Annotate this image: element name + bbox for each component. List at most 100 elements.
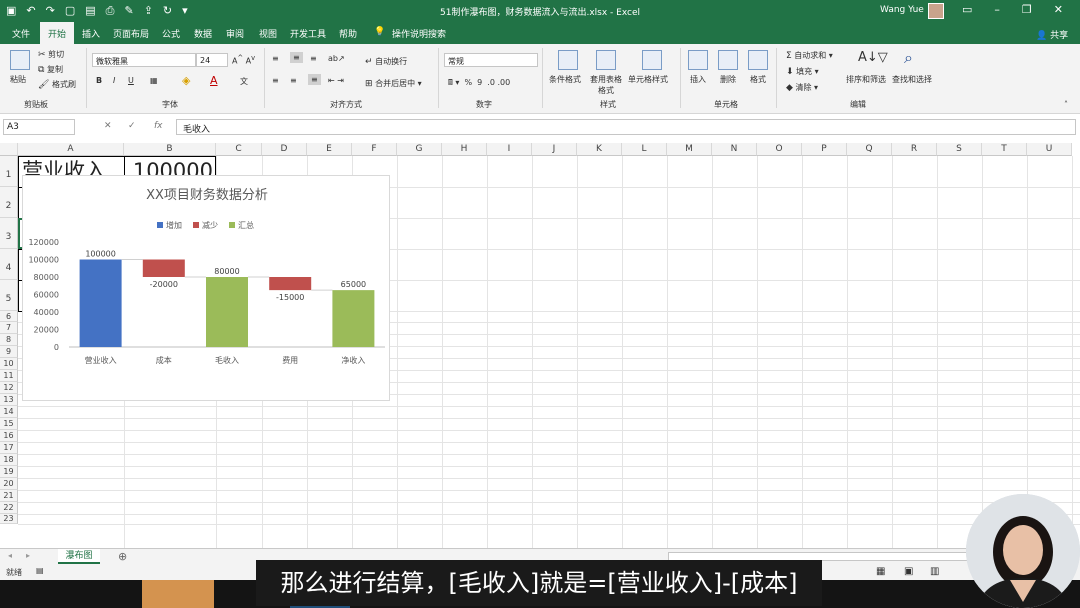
column-header-p[interactable]: P bbox=[802, 143, 847, 156]
column-header-a[interactable]: A bbox=[18, 143, 124, 156]
insert-cells-icon[interactable] bbox=[688, 50, 708, 70]
tab-review[interactable]: 审阅 bbox=[226, 27, 244, 40]
paste-icon[interactable] bbox=[10, 50, 30, 70]
row-header-8[interactable]: 8 bbox=[0, 334, 18, 346]
cell-styles-button[interactable]: 单元格样式 bbox=[628, 74, 668, 85]
row-header-6[interactable]: 6 bbox=[0, 311, 18, 322]
tab-file[interactable]: 文件 bbox=[12, 27, 30, 40]
share-button[interactable]: 👤 共享 bbox=[1036, 28, 1068, 41]
fill-button[interactable]: ⬇ 填充 ▾ bbox=[786, 66, 819, 77]
indent-icon[interactable]: ⇤ ⇥ bbox=[328, 76, 344, 85]
conditional-format-button[interactable]: 条件格式 bbox=[549, 74, 581, 85]
row-header-1[interactable]: 1 bbox=[0, 156, 18, 187]
cut-button[interactable]: ✂ 剪切 bbox=[38, 49, 64, 60]
name-box[interactable]: A3 bbox=[3, 119, 75, 135]
column-header-r[interactable]: R bbox=[892, 143, 937, 156]
waterfall-chart[interactable]: XX项目财务数据分析 增加 减少 汇总 0 20000 40000 60000 80000 100… bbox=[22, 175, 390, 401]
delete-cells-icon[interactable] bbox=[718, 50, 738, 70]
row-header-13[interactable]: 13 bbox=[0, 394, 18, 406]
normal-view-icon[interactable]: ▦ bbox=[876, 566, 885, 577]
cancel-icon[interactable]: ✕ bbox=[104, 121, 112, 131]
tab-page-layout[interactable]: 页面布局 bbox=[113, 27, 149, 40]
sort-filter-button[interactable]: 排序和筛选 bbox=[846, 74, 886, 85]
tab-help[interactable]: 帮助 bbox=[339, 27, 357, 40]
row-header-2[interactable]: 2 bbox=[0, 187, 18, 218]
column-header-s[interactable]: S bbox=[937, 143, 982, 156]
column-header-d[interactable]: D bbox=[262, 143, 307, 156]
column-header-j[interactable]: J bbox=[532, 143, 577, 156]
format-painter-button[interactable]: 🖌 格式刷 bbox=[38, 79, 76, 90]
row-header-16[interactable]: 16 bbox=[0, 430, 18, 442]
format-cells-button[interactable]: 格式 bbox=[750, 74, 766, 85]
format-as-table-icon[interactable] bbox=[596, 50, 616, 70]
row-header-11[interactable]: 11 bbox=[0, 370, 18, 382]
row-header-10[interactable]: 10 bbox=[0, 358, 18, 370]
column-header-k[interactable]: K bbox=[577, 143, 622, 156]
avatar[interactable] bbox=[928, 3, 944, 19]
column-header-f[interactable]: F bbox=[352, 143, 397, 156]
row-header-22[interactable]: 22 bbox=[0, 502, 18, 514]
row-header-7[interactable]: 7 bbox=[0, 322, 18, 334]
formula-input[interactable]: 毛收入 bbox=[176, 119, 1076, 135]
user-name[interactable]: Wang Yue bbox=[880, 5, 924, 15]
font-name-select[interactable]: 微软雅黑 bbox=[92, 53, 196, 67]
tell-me-search[interactable]: 操作说明搜索 bbox=[392, 27, 446, 40]
prev-sheet-icon[interactable]: ◂ bbox=[8, 551, 12, 560]
number-format-select[interactable]: 常规 bbox=[444, 53, 538, 67]
row-header-20[interactable]: 20 bbox=[0, 478, 18, 490]
select-all-corner[interactable] bbox=[0, 143, 18, 156]
find-select-button[interactable]: 查找和选择 bbox=[892, 74, 932, 85]
row-header-14[interactable]: 14 bbox=[0, 406, 18, 418]
align-bottom-icon[interactable]: ≡ bbox=[310, 54, 317, 63]
sheet-tab-waterfall[interactable]: 瀑布图 bbox=[58, 549, 100, 564]
align-right-icon[interactable]: ≡ bbox=[308, 74, 321, 85]
column-header-m[interactable]: M bbox=[667, 143, 712, 156]
row-header-17[interactable]: 17 bbox=[0, 442, 18, 454]
row-header-18[interactable]: 18 bbox=[0, 454, 18, 466]
insert-function-icon[interactable]: fx bbox=[154, 121, 163, 131]
column-header-t[interactable]: T bbox=[982, 143, 1027, 156]
format-cells-icon[interactable] bbox=[748, 50, 768, 70]
add-sheet-icon[interactable]: ⊕ bbox=[118, 550, 127, 563]
align-left-icon[interactable]: ≡ bbox=[272, 76, 279, 85]
column-header-g[interactable]: G bbox=[397, 143, 442, 156]
row-header-23[interactable]: 23 bbox=[0, 514, 18, 524]
page-break-view-icon[interactable]: ▥ bbox=[930, 566, 939, 577]
enter-icon[interactable]: ✓ bbox=[128, 121, 136, 131]
sort-filter-icon[interactable]: A↓▽ bbox=[858, 50, 888, 65]
macro-record-icon[interactable]: ▤ bbox=[36, 566, 44, 575]
row-header-12[interactable]: 12 bbox=[0, 382, 18, 394]
next-sheet-icon[interactable]: ▸ bbox=[26, 551, 30, 560]
tab-formulas[interactable]: 公式 bbox=[162, 27, 180, 40]
copy-button[interactable]: ⧉ 复制 bbox=[38, 64, 63, 75]
clear-button[interactable]: ◆ 清除 ▾ bbox=[786, 82, 818, 93]
column-header-n[interactable]: N bbox=[712, 143, 757, 156]
orientation-icon[interactable]: ab↗ bbox=[328, 54, 345, 63]
tab-insert[interactable]: 插入 bbox=[82, 27, 100, 40]
page-layout-view-icon[interactable]: ▣ bbox=[904, 566, 913, 577]
font-size-select[interactable]: 24 bbox=[196, 53, 228, 67]
column-header-e[interactable]: E bbox=[307, 143, 352, 156]
tab-data[interactable]: 数据 bbox=[194, 27, 212, 40]
accounting-icon[interactable]: 🖩 ▾ % 9 .0 .00 bbox=[448, 77, 510, 91]
conditional-format-icon[interactable] bbox=[558, 50, 578, 70]
tab-view[interactable]: 视图 bbox=[259, 27, 277, 40]
bold-button[interactable]: B bbox=[96, 76, 102, 85]
row-header-9[interactable]: 9 bbox=[0, 346, 18, 358]
italic-button[interactable]: I bbox=[113, 76, 115, 85]
row-header-15[interactable]: 15 bbox=[0, 418, 18, 430]
row-header-4[interactable]: 4 bbox=[0, 249, 18, 280]
column-header-h[interactable]: H bbox=[442, 143, 487, 156]
align-center-icon[interactable]: ≡ bbox=[290, 76, 297, 85]
autosum-button[interactable]: Σ 自动求和 ▾ bbox=[786, 50, 833, 61]
find-select-icon[interactable]: ⌕ bbox=[904, 48, 913, 68]
column-header-c[interactable]: C bbox=[216, 143, 262, 156]
delete-cells-button[interactable]: 删除 bbox=[720, 74, 736, 85]
align-middle-icon[interactable]: ≡ bbox=[290, 52, 303, 63]
tab-home[interactable]: 开始 bbox=[40, 22, 75, 44]
paste-button[interactable]: 粘贴 bbox=[10, 74, 26, 85]
column-header-o[interactable]: O bbox=[757, 143, 802, 156]
minimize-icon[interactable]: – bbox=[994, 3, 1000, 16]
border-icon[interactable]: ▦ bbox=[150, 76, 158, 85]
wrap-text-button[interactable]: ↵ 自动换行 bbox=[365, 56, 407, 67]
